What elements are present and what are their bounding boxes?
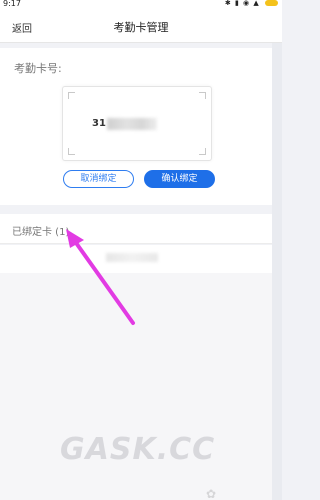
bound-cards-label: 已绑定卡 (1) [12, 227, 70, 238]
status-icons: ✱ ▮ ◉ ▲ [225, 0, 278, 7]
corner-mark [199, 92, 206, 99]
unbind-button[interactable]: 取消绑定 [63, 170, 134, 188]
corner-mark [68, 92, 75, 99]
bound-cards-header: 已绑定卡 (1) [0, 214, 272, 244]
paw-icon: ✿ [206, 487, 217, 500]
card-section: 考勤卡号: 31 取消绑定 确认绑定 [0, 48, 272, 205]
list-item[interactable] [0, 245, 272, 273]
nav-bar: 返回 考勤卡管理 [0, 10, 282, 43]
right-edge-strip [272, 43, 282, 500]
status-icons-text: ✱ ▮ ◉ ▲ [224, 0, 260, 7]
card-number: 31 [92, 118, 106, 129]
status-time: 9:17 [3, 0, 21, 8]
page-title: 考勤卡管理 [113, 21, 169, 34]
corner-mark [199, 148, 206, 155]
watermark: GASK.CC [60, 432, 216, 467]
status-bar: 9:17 ✱ ▮ ◉ ▲ [0, 0, 282, 10]
card-display-box: 31 [62, 86, 212, 161]
corner-mark [68, 148, 75, 155]
card-number-label: 考勤卡号: [14, 62, 62, 75]
confirm-bind-button[interactable]: 确认绑定 [144, 170, 215, 188]
bound-card-blur [106, 253, 158, 262]
battery-icon [265, 0, 278, 6]
card-number-blur [107, 118, 157, 130]
